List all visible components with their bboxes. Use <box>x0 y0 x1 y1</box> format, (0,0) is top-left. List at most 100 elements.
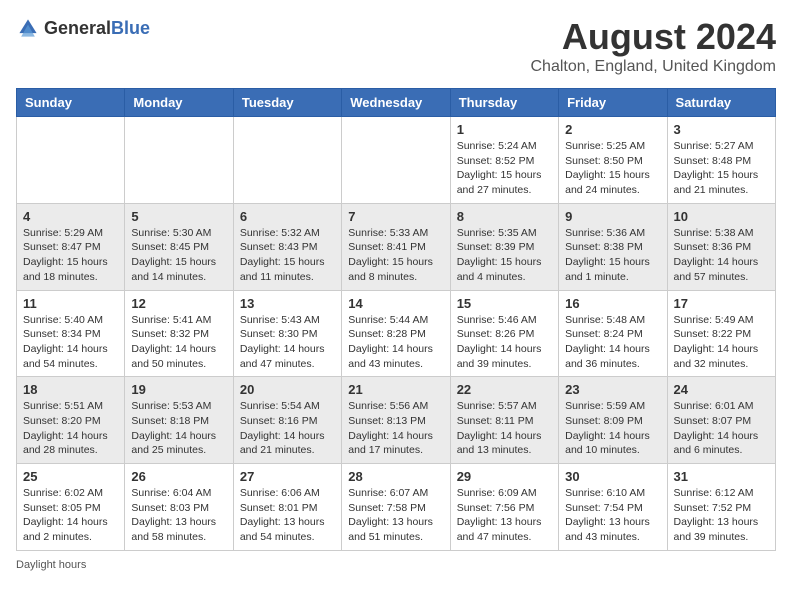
table-row: 21 Sunrise: 5:56 AM Sunset: 8:13 PM Dayli… <box>342 377 450 464</box>
table-row: 1 Sunrise: 5:24 AM Sunset: 8:52 PM Daylig… <box>450 117 558 204</box>
table-row: 15 Sunrise: 5:46 AM Sunset: 8:26 PM Dayli… <box>450 290 558 377</box>
col-monday: Monday <box>125 89 233 117</box>
day-info: Sunrise: 5:51 AM Sunset: 8:20 PM Dayligh… <box>23 399 118 458</box>
table-row: 14Sunrise: 5:44 AM Sunset: 8:28 PM Dayli… <box>342 290 450 377</box>
day-info: Sunrise: 6:09 AM Sunset: 7:56 PM Dayligh… <box>457 486 552 545</box>
day-number: 10 <box>674 209 769 224</box>
day-number: 23 <box>565 382 660 397</box>
day-info: Sunrise: 6:06 AM Sunset: 8:01 PM Dayligh… <box>240 486 335 545</box>
day-info: Sunrise: 5:32 AM Sunset: 8:43 PM Dayligh… <box>240 226 335 285</box>
col-tuesday: Tuesday <box>233 89 341 117</box>
logo-text: GeneralBlue <box>44 18 150 39</box>
day-info: Sunrise: 5:35 AM Sunset: 8:39 PM Dayligh… <box>457 226 552 285</box>
day-info: Sunrise: 5:44 AM Sunset: 8:28 PM Dayligh… <box>348 313 443 372</box>
day-number: 22 <box>457 382 552 397</box>
day-info: Sunrise: 5:48 AM Sunset: 8:24 PM Dayligh… <box>565 313 660 372</box>
logo-blue: Blue <box>111 18 150 38</box>
calendar-week-row: 18Sunrise: 5:51 AM Sunset: 8:20 PM Dayli… <box>17 377 776 464</box>
col-saturday: Saturday <box>667 89 775 117</box>
day-number: 26 <box>131 469 226 484</box>
page-header: GeneralBlue August 2024 Chalton, England… <box>16 16 776 76</box>
table-row: 24Sunrise: 6:01 AM Sunset: 8:07 PM Dayli… <box>667 377 775 464</box>
calendar-week-row: 4Sunrise: 5:29 AM Sunset: 8:47 PM Daylig… <box>17 203 776 290</box>
table-row: 13 Sunrise: 5:43 AM Sunset: 8:30 PM Dayli… <box>233 290 341 377</box>
day-info: Sunrise: 5:36 AM Sunset: 8:38 PM Dayligh… <box>565 226 660 285</box>
table-row: 30 Sunrise: 6:10 AM Sunset: 7:54 PM Dayli… <box>559 464 667 551</box>
logo: GeneralBlue <box>16 16 150 40</box>
table-row: 22 Sunrise: 5:57 AM Sunset: 8:11 PM Dayli… <box>450 377 558 464</box>
day-number: 30 <box>565 469 660 484</box>
calendar-table: Sunday Monday Tuesday Wednesday Thursday… <box>16 88 776 551</box>
day-number: 21 <box>348 382 443 397</box>
calendar-week-row: 1 Sunrise: 5:24 AM Sunset: 8:52 PM Daylig… <box>17 117 776 204</box>
day-info: Sunrise: 5:54 AM Sunset: 8:16 PM Dayligh… <box>240 399 335 458</box>
day-number: 8 <box>457 209 552 224</box>
table-row: 29Sunrise: 6:09 AM Sunset: 7:56 PM Dayli… <box>450 464 558 551</box>
table-row: 16 Sunrise: 5:48 AM Sunset: 8:24 PM Dayli… <box>559 290 667 377</box>
table-row: 3 Sunrise: 5:27 AM Sunset: 8:48 PM Daylig… <box>667 117 775 204</box>
calendar-week-row: 11Sunrise: 5:40 AM Sunset: 8:34 PM Dayli… <box>17 290 776 377</box>
day-info: Sunrise: 5:46 AM Sunset: 8:26 PM Dayligh… <box>457 313 552 372</box>
col-wednesday: Wednesday <box>342 89 450 117</box>
footer-note: Daylight hours <box>16 559 776 571</box>
table-row: 12Sunrise: 5:41 AM Sunset: 8:32 PM Dayli… <box>125 290 233 377</box>
day-number: 13 <box>240 296 335 311</box>
day-info: Sunrise: 5:49 AM Sunset: 8:22 PM Dayligh… <box>674 313 769 372</box>
table-row: 2 Sunrise: 5:25 AM Sunset: 8:50 PM Daylig… <box>559 117 667 204</box>
day-number: 1 <box>457 122 552 137</box>
day-info: Sunrise: 5:24 AM Sunset: 8:52 PM Dayligh… <box>457 139 552 198</box>
day-info: Sunrise: 6:10 AM Sunset: 7:54 PM Dayligh… <box>565 486 660 545</box>
table-row: 6 Sunrise: 5:32 AM Sunset: 8:43 PM Daylig… <box>233 203 341 290</box>
day-number: 31 <box>674 469 769 484</box>
day-info: Sunrise: 5:27 AM Sunset: 8:48 PM Dayligh… <box>674 139 769 198</box>
table-row <box>125 117 233 204</box>
day-number: 3 <box>674 122 769 137</box>
day-info: Sunrise: 6:04 AM Sunset: 8:03 PM Dayligh… <box>131 486 226 545</box>
calendar-title: August 2024 <box>531 16 777 58</box>
table-row: 28Sunrise: 6:07 AM Sunset: 7:58 PM Dayli… <box>342 464 450 551</box>
table-row: 8 Sunrise: 5:35 AM Sunset: 8:39 PM Daylig… <box>450 203 558 290</box>
day-number: 15 <box>457 296 552 311</box>
day-info: Sunrise: 5:38 AM Sunset: 8:36 PM Dayligh… <box>674 226 769 285</box>
day-number: 7 <box>348 209 443 224</box>
day-info: Sunrise: 5:29 AM Sunset: 8:47 PM Dayligh… <box>23 226 118 285</box>
table-row: 23 Sunrise: 5:59 AM Sunset: 8:09 PM Dayli… <box>559 377 667 464</box>
logo-icon <box>16 16 40 40</box>
day-info: Sunrise: 5:43 AM Sunset: 8:30 PM Dayligh… <box>240 313 335 372</box>
table-row: 10 Sunrise: 5:38 AM Sunset: 8:36 PM Dayli… <box>667 203 775 290</box>
col-thursday: Thursday <box>450 89 558 117</box>
table-row <box>17 117 125 204</box>
day-info: Sunrise: 5:30 AM Sunset: 8:45 PM Dayligh… <box>131 226 226 285</box>
col-friday: Friday <box>559 89 667 117</box>
logo-general: General <box>44 18 111 38</box>
table-row: 19 Sunrise: 5:53 AM Sunset: 8:18 PM Dayli… <box>125 377 233 464</box>
table-row: 18Sunrise: 5:51 AM Sunset: 8:20 PM Dayli… <box>17 377 125 464</box>
table-row <box>342 117 450 204</box>
table-row: 4Sunrise: 5:29 AM Sunset: 8:47 PM Daylig… <box>17 203 125 290</box>
day-number: 16 <box>565 296 660 311</box>
day-info: Sunrise: 5:59 AM Sunset: 8:09 PM Dayligh… <box>565 399 660 458</box>
table-row: 11Sunrise: 5:40 AM Sunset: 8:34 PM Dayli… <box>17 290 125 377</box>
day-info: Sunrise: 5:56 AM Sunset: 8:13 PM Dayligh… <box>348 399 443 458</box>
day-number: 25 <box>23 469 118 484</box>
day-number: 5 <box>131 209 226 224</box>
day-info: Sunrise: 5:57 AM Sunset: 8:11 PM Dayligh… <box>457 399 552 458</box>
day-info: Sunrise: 6:12 AM Sunset: 7:52 PM Dayligh… <box>674 486 769 545</box>
day-number: 19 <box>131 382 226 397</box>
day-info: Sunrise: 5:53 AM Sunset: 8:18 PM Dayligh… <box>131 399 226 458</box>
day-number: 2 <box>565 122 660 137</box>
table-row: 25 Sunrise: 6:02 AM Sunset: 8:05 PM Dayli… <box>17 464 125 551</box>
table-row: 27Sunrise: 6:06 AM Sunset: 8:01 PM Dayli… <box>233 464 341 551</box>
day-info: Sunrise: 5:25 AM Sunset: 8:50 PM Dayligh… <box>565 139 660 198</box>
day-info: Sunrise: 5:33 AM Sunset: 8:41 PM Dayligh… <box>348 226 443 285</box>
day-number: 20 <box>240 382 335 397</box>
table-row: 26 Sunrise: 6:04 AM Sunset: 8:03 PM Dayli… <box>125 464 233 551</box>
day-number: 6 <box>240 209 335 224</box>
day-number: 9 <box>565 209 660 224</box>
day-info: Sunrise: 6:02 AM Sunset: 8:05 PM Dayligh… <box>23 486 118 545</box>
day-info: Sunrise: 6:07 AM Sunset: 7:58 PM Dayligh… <box>348 486 443 545</box>
table-row: 31 Sunrise: 6:12 AM Sunset: 7:52 PM Dayli… <box>667 464 775 551</box>
table-row <box>233 117 341 204</box>
table-row: 17Sunrise: 5:49 AM Sunset: 8:22 PM Dayli… <box>667 290 775 377</box>
calendar-header-row: Sunday Monday Tuesday Wednesday Thursday… <box>17 89 776 117</box>
